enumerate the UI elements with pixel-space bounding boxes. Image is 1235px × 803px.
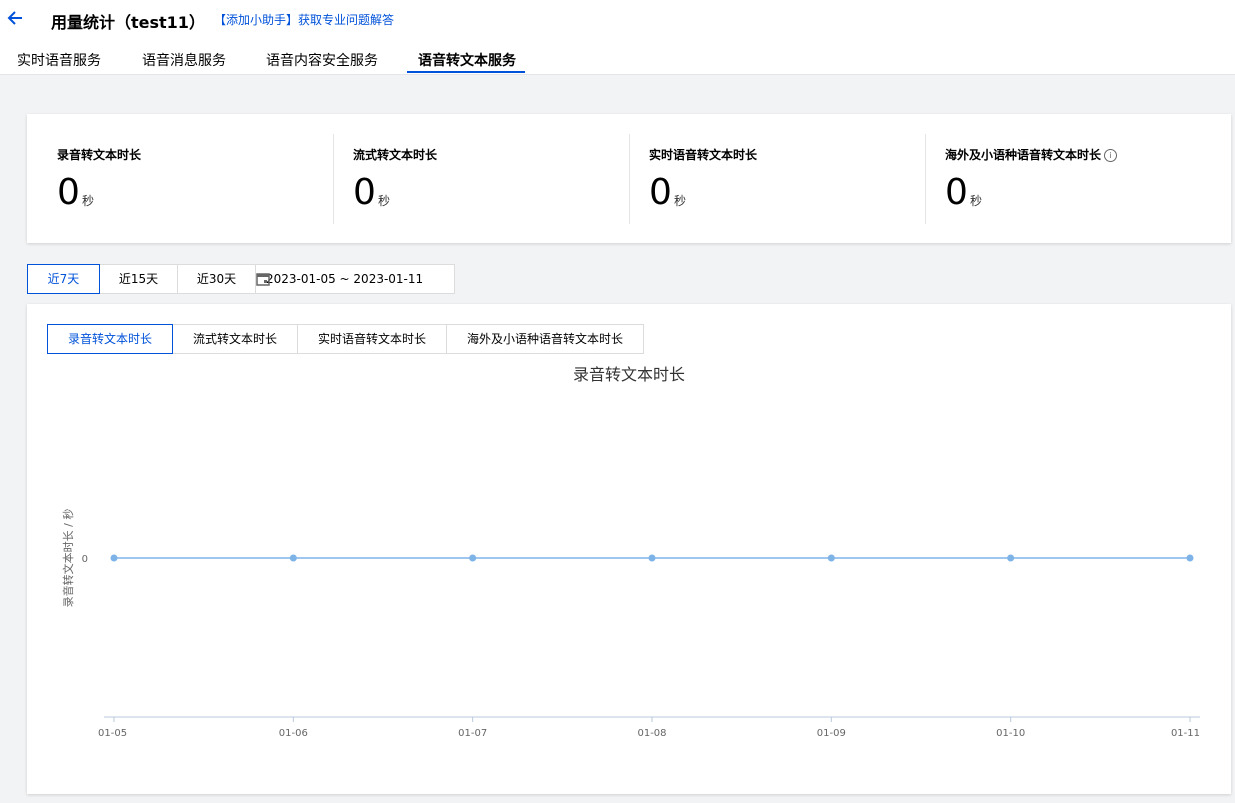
x-tick-label: 01-10 xyxy=(996,728,1025,739)
divider xyxy=(925,134,926,224)
x-tick-label: 01-11 xyxy=(1171,728,1200,739)
data-point xyxy=(648,554,656,562)
page-title: 用量统计（test11） xyxy=(51,13,205,32)
metric-tab-recording[interactable]: 录音转文本时长 xyxy=(47,324,173,354)
stat-unit: 秒 xyxy=(82,194,95,208)
calendar-icon[interactable] xyxy=(256,272,270,286)
date-range-text: 2023-01-05 ~ 2023-01-11 xyxy=(266,272,424,286)
stat-label: 实时语音转文本时长 xyxy=(649,148,758,162)
stat-value: 0 xyxy=(57,172,80,213)
helper-link[interactable]: 【添加小助手】获取专业问题解答 xyxy=(214,11,394,28)
stat-unit: 秒 xyxy=(674,194,687,208)
tab-realtime-voice[interactable]: 实时语音服务 xyxy=(17,50,101,70)
data-point xyxy=(289,554,297,562)
stat-value: 0 xyxy=(649,172,672,213)
chart-card: 录音转文本时长 流式转文本时长 实时语音转文本时长 海外及小语种语音转文本时长 … xyxy=(27,304,1231,794)
tab-voice-content-security[interactable]: 语音内容安全服务 xyxy=(266,50,378,70)
stats-card: 录音转文本时长 0 秒 流式转文本时长 0 秒 实时语音转文本时长 0 秒 海外… xyxy=(27,114,1231,243)
info-icon[interactable]: i xyxy=(1104,149,1118,162)
x-tick-label: 01-08 xyxy=(637,728,666,739)
stat-label: 录音转文本时长 xyxy=(57,148,142,162)
stat-unit: 秒 xyxy=(970,194,983,208)
top-bar: 用量统计（test11） 【添加小助手】获取专业问题解答 实时语音服务 语音消息… xyxy=(0,0,1235,75)
tab-voice-message[interactable]: 语音消息服务 xyxy=(142,50,226,70)
stat-value: 0 xyxy=(353,172,376,213)
x-tick-label: 01-06 xyxy=(279,728,308,739)
data-point xyxy=(1007,554,1015,562)
stat-unit: 秒 xyxy=(378,194,391,208)
y-axis-label: 录音转文本时长 / 秒 xyxy=(61,509,75,608)
divider xyxy=(333,134,334,224)
line-chart: 01-05 01-06 01-07 01-08 01-09 01-10 01-11 0 录音转文… xyxy=(61,509,1200,739)
stat-value: 0 xyxy=(945,172,968,213)
data-point xyxy=(827,554,835,562)
stat-label: 海外及小语种语音转文本时长 i xyxy=(945,146,1118,163)
x-tick-label: 01-09 xyxy=(817,728,846,739)
data-point xyxy=(1186,554,1194,562)
divider xyxy=(629,134,630,224)
stat-label-text: 海外及小语种语音转文本时长 xyxy=(945,148,1102,162)
y-tick-label: 0 xyxy=(82,554,88,565)
x-tick-label: 01-07 xyxy=(458,728,487,739)
data-point xyxy=(110,554,118,562)
range-30-days-button[interactable]: 近30天 xyxy=(177,264,256,294)
stat-label: 流式转文本时长 xyxy=(353,148,438,162)
range-15-days-button[interactable]: 近15天 xyxy=(99,264,178,294)
x-tick-label: 01-05 xyxy=(98,728,127,739)
date-picker[interactable]: 2023-01-05 ~ 2023-01-11 xyxy=(255,264,455,294)
active-tab-indicator xyxy=(407,71,525,73)
data-point xyxy=(469,554,477,562)
back-arrow-icon[interactable] xyxy=(6,8,26,28)
tab-speech-to-text[interactable]: 语音转文本服务 xyxy=(418,50,516,70)
range-7-days-button[interactable]: 近7天 xyxy=(27,264,100,294)
